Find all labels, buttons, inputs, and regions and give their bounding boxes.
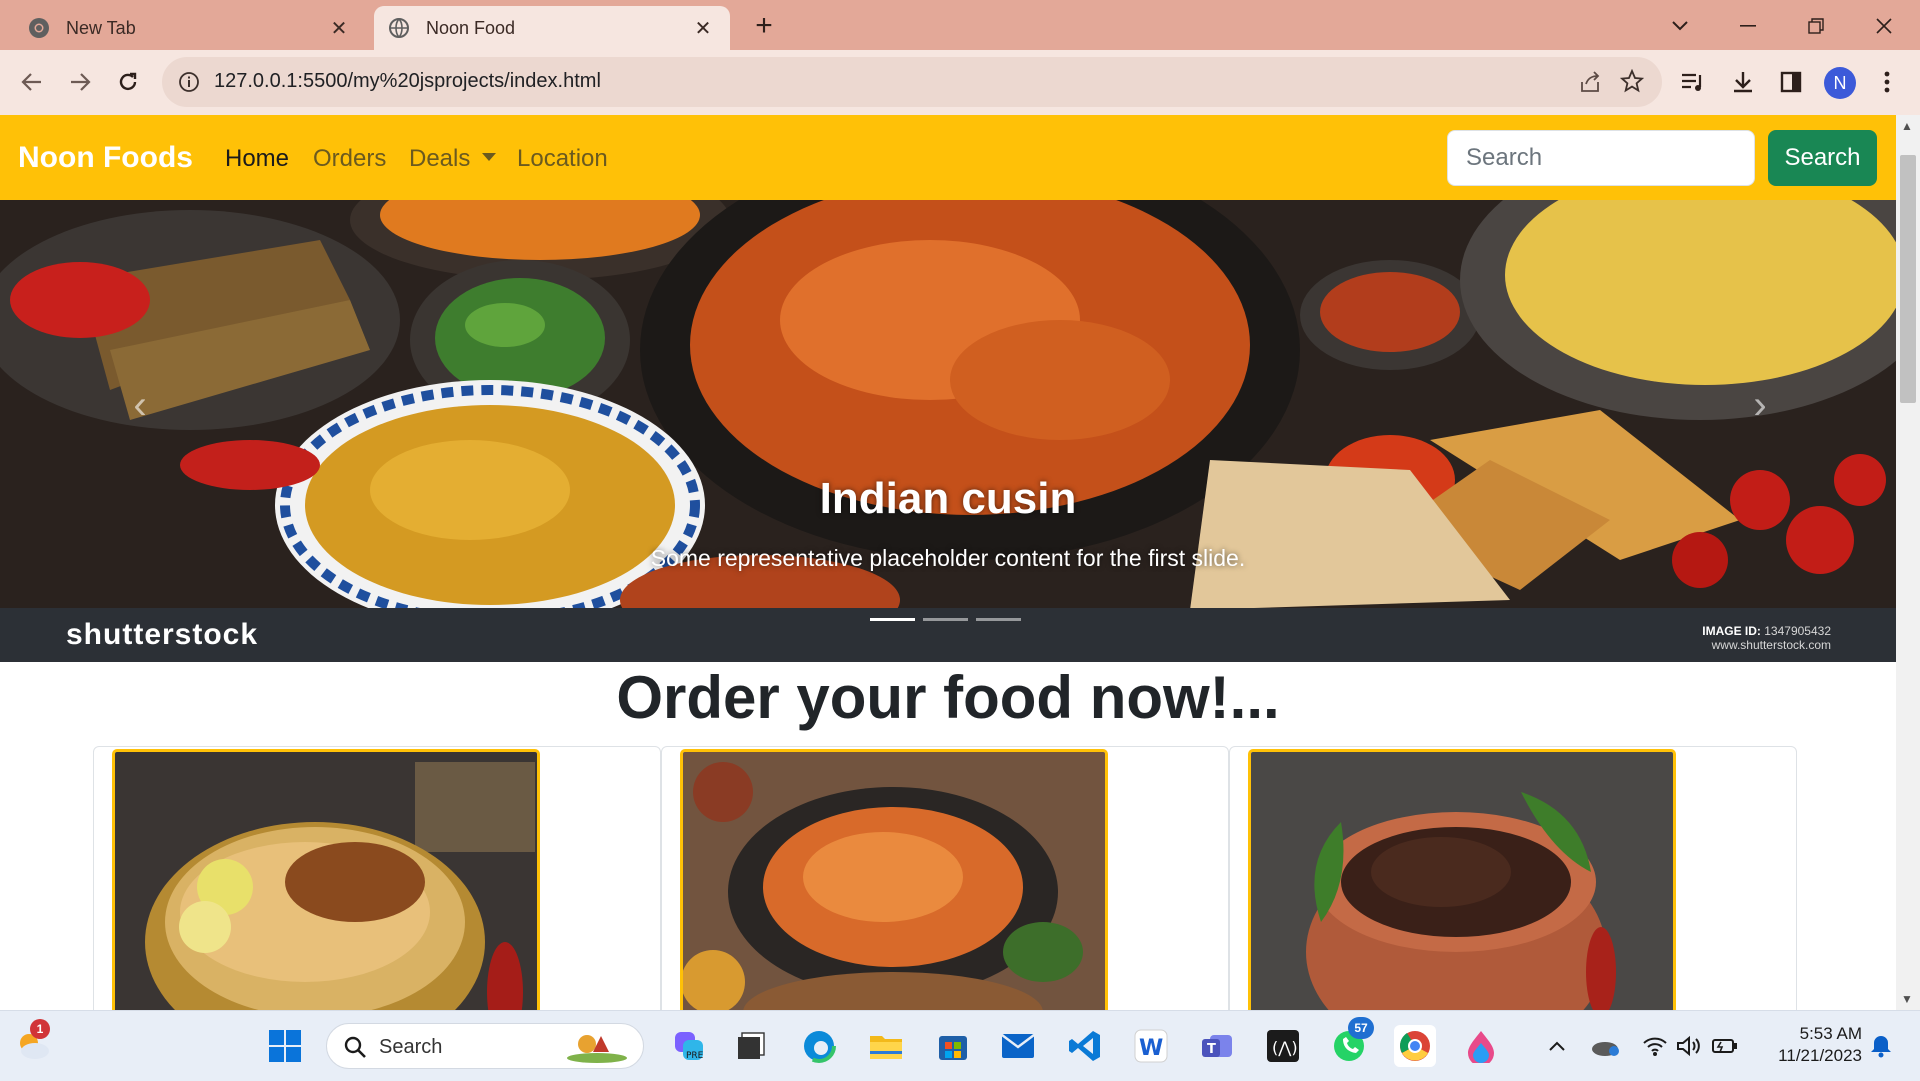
show-hidden-icons[interactable] bbox=[1536, 1025, 1578, 1067]
tab-title: New Tab bbox=[66, 17, 136, 38]
nav-deals-dropdown[interactable]: Deals bbox=[409, 145, 497, 173]
card-image[interactable] bbox=[112, 749, 540, 1010]
biryani-image bbox=[115, 752, 537, 1010]
svg-text:T: T bbox=[1207, 1042, 1216, 1057]
edge-icon[interactable] bbox=[798, 1025, 840, 1067]
meat-fry-image bbox=[1251, 752, 1673, 1010]
search-input[interactable] bbox=[1447, 130, 1755, 186]
forward-icon[interactable] bbox=[60, 62, 100, 102]
mail-icon[interactable] bbox=[997, 1025, 1039, 1067]
image-id-label: IMAGE ID: bbox=[1702, 624, 1761, 638]
copilot-icon[interactable]: PRE bbox=[668, 1025, 710, 1067]
restore-icon[interactable] bbox=[1794, 10, 1838, 42]
tab-search-icon[interactable] bbox=[1658, 10, 1702, 42]
clock-time: 5:53 AM bbox=[1799, 1024, 1862, 1043]
weather-badge: 1 bbox=[30, 1019, 50, 1039]
caret-down-icon bbox=[482, 152, 497, 161]
close-tab-icon[interactable]: ✕ bbox=[326, 15, 352, 41]
scroll-down-icon[interactable]: ▼ bbox=[1901, 992, 1913, 1006]
carousel-next-icon[interactable]: › bbox=[1740, 380, 1780, 430]
task-view-icon[interactable] bbox=[730, 1025, 772, 1067]
notification-bell-icon[interactable] bbox=[1860, 1025, 1902, 1067]
media-control-icon[interactable] bbox=[1676, 65, 1710, 99]
vscode-icon[interactable] bbox=[1064, 1025, 1106, 1067]
browser-toolbar: 127.0.0.1:5500/my%20jsprojects/index.htm… bbox=[0, 50, 1920, 116]
share-icon[interactable] bbox=[1578, 70, 1602, 99]
file-explorer-icon[interactable] bbox=[865, 1025, 907, 1067]
scrollbar-thumb[interactable] bbox=[1900, 155, 1916, 403]
chrome-taskbar-icon[interactable] bbox=[1394, 1025, 1436, 1067]
back-icon[interactable] bbox=[12, 62, 52, 102]
carousel-prev-icon[interactable]: ‹ bbox=[120, 380, 160, 430]
svg-text:W: W bbox=[1139, 1036, 1163, 1061]
scroll-up-icon[interactable]: ▲ bbox=[1901, 119, 1913, 133]
butter-chicken-image bbox=[683, 752, 1105, 1010]
reload-icon[interactable] bbox=[108, 62, 148, 102]
windows-taskbar: 1 Search PRE W T (⋀) 57 5:53 AM 11/21/20… bbox=[0, 1010, 1920, 1081]
download-icon[interactable] bbox=[1726, 65, 1760, 99]
search-button[interactable]: Search bbox=[1768, 130, 1877, 186]
search-icon bbox=[343, 1035, 367, 1064]
hero-carousel: ‹ › Indian cusin Some representative pla… bbox=[0, 200, 1896, 662]
carousel-indicators bbox=[870, 618, 1021, 621]
watermark-image-id: IMAGE ID: 1347905432 www.shutterstock.co… bbox=[1702, 624, 1831, 652]
teams-icon[interactable]: T bbox=[1196, 1025, 1238, 1067]
site-info-icon[interactable] bbox=[178, 71, 200, 98]
paint-icon[interactable] bbox=[1460, 1025, 1502, 1067]
carousel-indicator-1[interactable] bbox=[870, 618, 915, 621]
brand-logo[interactable]: Noon Foods bbox=[18, 141, 193, 175]
wps-writer-icon[interactable]: W bbox=[1130, 1025, 1172, 1067]
watermark-bar: shutterstock IMAGE ID: 1347905432 www.sh… bbox=[0, 608, 1896, 662]
tab-noon-food[interactable]: Noon Food ✕ bbox=[374, 6, 730, 50]
bookmark-star-icon[interactable] bbox=[1619, 68, 1645, 98]
watermark-site: www.shutterstock.com bbox=[1711, 638, 1831, 652]
nav-deals-label: Deals bbox=[409, 145, 471, 172]
food-card bbox=[661, 746, 1229, 1010]
image-id-value: 1347905432 bbox=[1764, 624, 1831, 638]
page-scrollbar[interactable]: ▲ ▼ bbox=[1896, 115, 1920, 1010]
site-navbar: Noon Foods Home Orders Deals Location Se… bbox=[0, 115, 1896, 200]
tab-title: Noon Food bbox=[426, 17, 516, 38]
battery-icon[interactable] bbox=[1704, 1025, 1746, 1067]
svg-text:PRE: PRE bbox=[686, 1051, 704, 1061]
clock-date: 11/21/2023 bbox=[1778, 1046, 1862, 1065]
nav-home[interactable]: Home bbox=[225, 145, 289, 173]
minimize-icon[interactable] bbox=[1726, 10, 1770, 42]
whatsapp-badge: 57 bbox=[1348, 1017, 1374, 1039]
profile-avatar[interactable]: N bbox=[1824, 67, 1856, 99]
search-highlight-icon bbox=[565, 1030, 629, 1069]
food-card bbox=[1229, 746, 1797, 1010]
dev-terminal-icon[interactable]: (⋀) bbox=[1262, 1025, 1304, 1067]
side-panel-icon[interactable] bbox=[1774, 65, 1808, 99]
taskbar-clock[interactable]: 5:53 AM 11/21/2023 bbox=[1752, 1023, 1862, 1067]
tab-strip: New Tab ✕ Noon Food ✕ + bbox=[0, 0, 1920, 50]
close-window-icon[interactable] bbox=[1862, 10, 1906, 42]
carousel-indicator-2[interactable] bbox=[923, 618, 968, 621]
nav-location[interactable]: Location bbox=[517, 145, 608, 173]
start-icon[interactable] bbox=[264, 1025, 306, 1067]
nav-orders[interactable]: Orders bbox=[313, 145, 386, 173]
chrome-icon bbox=[28, 17, 50, 39]
order-heading: Order your food now!... bbox=[616, 664, 1280, 731]
taskbar-search[interactable]: Search bbox=[326, 1023, 644, 1069]
menu-icon[interactable] bbox=[1870, 65, 1904, 99]
carousel-text: Some representative placeholder content … bbox=[650, 545, 1246, 571]
page-viewport: Noon Foods Home Orders Deals Location Se… bbox=[0, 115, 1896, 1010]
url-text: 127.0.0.1:5500/my%20jsprojects/index.htm… bbox=[214, 70, 601, 92]
card-image[interactable] bbox=[1248, 749, 1676, 1010]
globe-icon bbox=[388, 17, 410, 39]
tab-new-tab[interactable]: New Tab ✕ bbox=[14, 6, 366, 50]
store-icon[interactable] bbox=[932, 1025, 974, 1067]
food-card bbox=[93, 746, 661, 1010]
svg-text:(⋀): (⋀) bbox=[1272, 1038, 1298, 1057]
watermark-logo: shutterstock bbox=[66, 618, 259, 651]
close-tab-icon[interactable]: ✕ bbox=[690, 15, 716, 41]
new-tab-button[interactable]: + bbox=[748, 11, 780, 44]
carousel-title: Indian cusin bbox=[819, 474, 1077, 523]
card-image[interactable] bbox=[680, 749, 1108, 1010]
carousel-indicator-3[interactable] bbox=[976, 618, 1021, 621]
taskbar-search-label: Search bbox=[379, 1036, 443, 1058]
onedrive-icon[interactable] bbox=[1584, 1025, 1626, 1067]
address-bar[interactable]: 127.0.0.1:5500/my%20jsprojects/index.htm… bbox=[162, 57, 1662, 107]
